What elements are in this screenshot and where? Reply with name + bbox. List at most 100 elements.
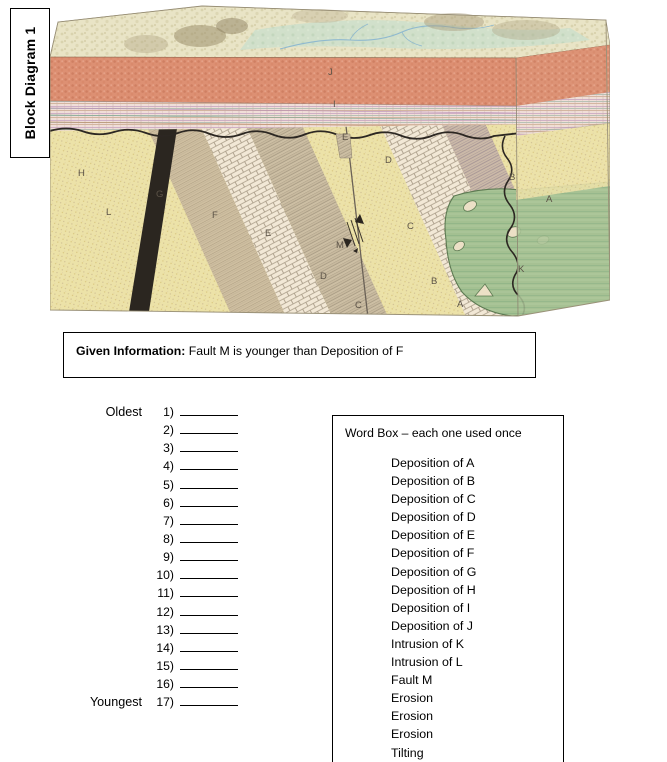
answer-number: 6) [163, 495, 174, 510]
word-box-title: Word Box – each one used once [345, 426, 522, 440]
answer-row-spacer [60, 478, 148, 492]
diagram-unit-label-g: G [156, 189, 163, 200]
diagram-unit-label-l: L [106, 207, 111, 218]
answer-blank-input[interactable] [180, 440, 238, 453]
answer-row-spacer [60, 441, 148, 455]
answer-row: 12) [60, 604, 310, 622]
answer-number: 3) [163, 441, 174, 456]
answer-row: 13) [60, 622, 310, 640]
given-information-value: Fault M is younger than Deposition of F [185, 344, 404, 358]
block-diagram-image: J I E H G L F E D M D C C B B A A K [50, 0, 610, 318]
given-information-box: Given Information: Fault M is younger th… [63, 332, 536, 378]
answer-blank-input[interactable] [180, 404, 238, 416]
answer-blank-input[interactable] [180, 422, 238, 435]
answer-row-spacer [60, 568, 148, 582]
answer-row: 11) [60, 585, 310, 603]
diagram-unit-label-d: D [385, 155, 392, 166]
diagram-unit-label-e: E [265, 228, 271, 239]
sequence-answer-list: Oldest 1) 2) 3) 4) 5) 6) 7) 8) 9) 10) 11)… [60, 404, 310, 712]
answer-number: 9) [163, 550, 174, 565]
diagram-unit-label-b: B [509, 172, 515, 183]
answer-number: 5) [163, 477, 174, 492]
block-diagram-title-label: Block Diagram 1 [22, 26, 38, 140]
answer-row: 14) [60, 640, 310, 658]
answer-row: 4) [60, 458, 310, 476]
answer-blank-input[interactable] [180, 622, 238, 634]
diagram-unit-label-k: K [518, 264, 525, 275]
answer-row: 6) [60, 495, 310, 513]
word-box-item[interactable]: Deposition of H [391, 581, 476, 599]
answer-blank-input[interactable] [180, 531, 238, 543]
answer-row-spacer [60, 641, 148, 655]
word-box-item[interactable]: Erosion [391, 707, 476, 725]
answer-row-spacer [60, 423, 148, 437]
answer-row-spacer [60, 586, 148, 600]
answer-number: 8) [163, 531, 174, 546]
answer-blank-input[interactable] [180, 477, 238, 489]
word-box-item[interactable]: Deposition of A [391, 454, 476, 472]
answer-number: 10) [156, 568, 174, 583]
answer-blank-input[interactable] [180, 585, 238, 598]
answer-number: 4) [163, 459, 174, 474]
answer-row: Youngest 17) [60, 694, 310, 712]
answer-number: 11) [157, 586, 174, 601]
word-box-item[interactable]: Deposition of I [391, 599, 476, 617]
word-box-item[interactable]: Intrusion of K [391, 635, 476, 653]
diagram-unit-label-c: C [355, 300, 362, 311]
answer-blank-input[interactable] [180, 513, 238, 525]
answer-blank-input[interactable] [180, 694, 238, 707]
answer-number: 16) [156, 677, 174, 692]
youngest-label: Youngest [89, 695, 142, 710]
word-box-item-list: Deposition of A Deposition of B Deposition… [391, 454, 476, 762]
word-box-item[interactable]: Deposition of D [391, 508, 476, 526]
diagram-unit-label-c: C [407, 221, 414, 232]
diagram-unit-label-a: A [546, 194, 553, 205]
answer-blank-input[interactable] [180, 549, 238, 562]
diagram-unit-label-a: A [457, 299, 464, 310]
answer-row: 2) [60, 422, 310, 440]
word-box-item[interactable]: Deposition of C [391, 490, 476, 508]
word-box-item[interactable]: Erosion [391, 689, 476, 707]
word-box-item[interactable]: Deposition of G [391, 563, 476, 581]
answer-number: 1) [163, 405, 174, 419]
diagram-right-face [515, 45, 610, 317]
answer-number: 2) [163, 423, 174, 438]
block-diagram-svg: J I E H G L F E D M D C C B B A A K [50, 5, 610, 317]
given-information-text: Given Information: Fault M is younger th… [76, 344, 403, 358]
answer-row: 3) [60, 440, 310, 458]
answer-row: 10) [60, 567, 310, 585]
answer-row-spacer [60, 659, 148, 673]
word-box-item[interactable]: Erosion [391, 725, 476, 743]
word-box: Word Box – each one used once Deposition… [332, 415, 564, 762]
diagram-unit-label-j: J [328, 67, 333, 78]
answer-blank-input[interactable] [180, 567, 238, 580]
answer-row-spacer [60, 677, 148, 691]
answer-blank-input[interactable] [180, 658, 238, 670]
word-box-item[interactable]: Fault M [391, 671, 476, 689]
answer-blank-input[interactable] [180, 495, 238, 507]
word-box-item[interactable]: Deposition of J [391, 617, 476, 635]
answer-blank-input[interactable] [180, 604, 238, 616]
given-information-label: Given Information: [76, 344, 186, 358]
diagram-unit-label-m: M [336, 240, 344, 251]
diagram-unit-label-b: B [431, 276, 437, 287]
diagram-unit-label-f: F [212, 210, 218, 221]
answer-row: 16) [60, 676, 310, 694]
word-box-item[interactable]: Deposition of B [391, 472, 476, 490]
answer-row: 8) [60, 531, 310, 549]
answer-number: 15) [156, 658, 174, 673]
answer-row: 5) [60, 477, 310, 495]
answer-row-spacer [60, 496, 148, 510]
answer-blank-input[interactable] [180, 640, 238, 652]
answer-blank-input[interactable] [180, 458, 238, 471]
answer-row: 7) [60, 513, 310, 531]
oldest-label: Oldest [105, 405, 142, 419]
word-box-item[interactable]: Deposition of F [391, 544, 476, 562]
word-box-item[interactable]: Tilting [391, 744, 476, 762]
word-box-item[interactable]: Deposition of E [391, 526, 476, 544]
answer-row-spacer [60, 514, 148, 528]
answer-row-spacer [60, 623, 148, 637]
word-box-item[interactable]: Intrusion of L [391, 653, 476, 671]
answer-blank-input[interactable] [180, 676, 238, 689]
answer-row-spacer [60, 605, 148, 619]
